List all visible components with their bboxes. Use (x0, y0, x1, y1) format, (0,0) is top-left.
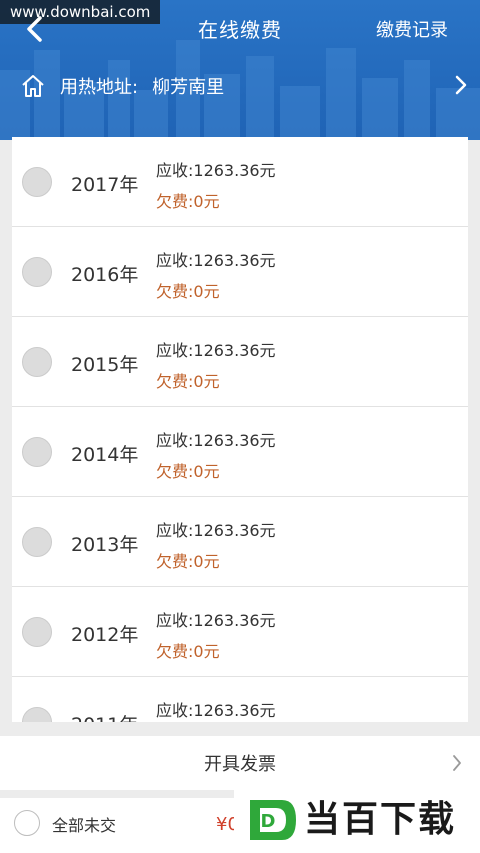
amount-owed: 欠费:0元 (156, 372, 220, 391)
year-row[interactable]: 2014年 应收:1263.36元 欠费:0元 (12, 407, 468, 497)
year-row[interactable]: 2015年 应收:1263.36元 欠费:0元 (12, 317, 468, 407)
download-site-logo: D 当百下载 (234, 788, 480, 853)
year-label: 2012年 (71, 624, 139, 646)
chevron-right-icon[interactable] (454, 74, 468, 96)
year-label: 2014年 (71, 444, 139, 466)
amount-due: 应收:1263.36元 (156, 431, 276, 450)
app-header: www.downbai.com 在线缴费 缴费记录 用热地址: 柳芳南里 (0, 0, 480, 140)
year-row[interactable]: 2011年 应收:1263.36元 (12, 677, 468, 722)
year-list: 2017年 应收:1263.36元 欠费:0元 2016年 应收:1263.36… (12, 137, 468, 722)
amount-owed: 欠费:0元 (156, 462, 220, 481)
amount-owed: 欠费:0元 (156, 642, 220, 661)
year-select-radio[interactable] (22, 257, 52, 287)
year-label: 2017年 (71, 174, 139, 196)
amount-due: 应收:1263.36元 (156, 161, 276, 180)
year-select-radio[interactable] (22, 707, 52, 722)
year-label: 2016年 (71, 264, 139, 286)
year-select-radio[interactable] (22, 347, 52, 377)
year-select-radio[interactable] (22, 527, 52, 557)
select-all-label: 全部未交 (52, 816, 117, 835)
logo-badge-letter: D (261, 811, 276, 832)
year-row[interactable]: 2017年 应收:1263.36元 欠费:0元 (12, 137, 468, 227)
year-row[interactable]: 2016年 应收:1263.36元 欠费:0元 (12, 227, 468, 317)
year-select-radio[interactable] (22, 167, 52, 197)
issue-invoice-row[interactable]: 开具发票 (0, 736, 480, 790)
logo-badge-icon: D (250, 800, 296, 840)
address-label: 用热地址: (60, 77, 139, 98)
year-label: 2011年 (71, 710, 138, 722)
year-label: 2013年 (71, 534, 139, 556)
issue-invoice-label: 开具发票 (204, 754, 276, 775)
year-row[interactable]: 2013年 应收:1263.36元 欠费:0元 (12, 497, 468, 587)
amount-due: 应收:1263.36元 (156, 251, 276, 270)
chevron-right-icon (453, 755, 461, 771)
amount-due: 应收:1263.36元 (156, 611, 276, 630)
home-icon (22, 75, 44, 97)
amount-owed: 欠费:0元 (156, 282, 220, 301)
amount-due: 应收:1263.36元 (156, 341, 276, 360)
heating-address-row[interactable]: 用热地址: 柳芳南里 (20, 70, 224, 102)
select-all-radio[interactable] (14, 810, 40, 836)
amount-due: 应收:1263.36元 (156, 701, 276, 720)
payment-records-link[interactable]: 缴费记录 (376, 18, 448, 44)
amount-owed: 欠费:0元 (156, 192, 220, 211)
year-select-radio[interactable] (22, 437, 52, 467)
logo-brand-text: 当百下载 (304, 799, 457, 840)
address-value: 柳芳南里 (152, 77, 225, 98)
year-label: 2015年 (71, 354, 139, 376)
amount-owed: 欠费:0元 (156, 552, 220, 571)
year-select-radio[interactable] (22, 617, 52, 647)
amount-due: 应收:1263.36元 (156, 521, 276, 540)
year-row[interactable]: 2012年 应收:1263.36元 欠费:0元 (12, 587, 468, 677)
